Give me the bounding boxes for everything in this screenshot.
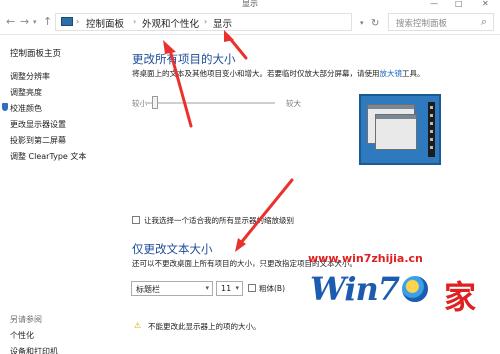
bold-checkbox[interactable] [248,284,256,292]
warning-icon: ⚠ [134,321,142,330]
sidebar-item-calibrate[interactable]: 校准颜色 [10,103,42,114]
watermark-logo: Win7 [310,270,400,308]
sidebar-item-project[interactable]: 投影到第二屏幕 [10,135,66,146]
breadcrumb-control-panel[interactable]: 控制面板 [86,16,124,30]
custom-scale-label: 让我选择一个适合我的所有显示器的缩放级别 [144,216,294,225]
back-icon[interactable]: ← [6,15,15,28]
close-icon[interactable]: ✕ [482,0,489,8]
search-box[interactable]: 搜索控制面板 ⌕ [388,13,494,31]
navigation-bar: ← → ▾ ↑ › 控制面板 › 外观和个性化 › 显示 ▾ ↻ 搜索控制面板 … [0,9,500,35]
breadcrumb-display[interactable]: 显示 [213,16,232,30]
bold-label: 粗体(B) [259,284,285,293]
title-bar: 显示 — □ ✕ [0,0,500,9]
custom-scale-checkbox[interactable] [132,216,140,224]
chevron-down-icon: ▾ [205,284,209,292]
watermark-url: www.win7zhijia.cn [308,252,423,265]
control-panel-icon [61,17,73,26]
text-size-heading: 仅更改文本大小 [132,242,213,256]
site-watermark: www.win7zhijia.cn Win7 家 [302,252,500,354]
sidebar-item-resolution[interactable]: 调整分辨率 [10,71,50,82]
magnifier-link[interactable]: 放大镜 [380,69,403,78]
watermark-logo-suffix: 家 [444,278,477,316]
windows-orb-icon [400,274,430,304]
forward-icon[interactable]: → [20,15,29,28]
size-slider[interactable] [145,102,275,104]
sidebar-item-cleartype[interactable]: 调整 ClearType 文本 [10,151,86,162]
size-heading: 更改所有项目的大小 [132,52,236,66]
shield-icon [2,103,8,111]
sidebar-item-monitor-settings[interactable]: 更改显示器设置 [10,119,66,130]
search-icon[interactable]: ⌕ [481,15,487,29]
slider-thumb[interactable] [152,96,159,109]
see-also-personalization[interactable]: 个性化 [10,330,34,341]
chevron-down-icon: ▾ [235,284,239,292]
preview-window [375,114,417,150]
sidebar-item-brightness[interactable]: 调整亮度 [10,87,42,98]
item-select[interactable]: 标题栏 ▾ [131,281,213,296]
see-also-devices[interactable]: 设备和打印机 [10,346,58,354]
maximize-icon[interactable]: □ [455,0,463,8]
window-title: 显示 [242,0,258,8]
address-dropdown-icon[interactable]: ▾ [360,19,364,27]
size-description: 将桌面上的文本及其他项目变小和增大。若要临时仅放大部分屏幕，请使用放大镜工具。 [132,69,425,78]
preview-sidebar [428,102,435,157]
slider-max-label: 较大 [286,99,301,108]
warning-text: 不能更改此显示器上的项的大小。 [148,322,261,331]
font-size-select[interactable]: 11 ▾ [216,281,243,296]
display-preview [359,94,441,165]
up-icon[interactable]: ↑ [43,15,52,28]
refresh-icon[interactable]: ↻ [371,18,379,29]
recent-dropdown-icon[interactable]: ▾ [33,18,37,26]
sidebar-home-link[interactable]: 控制面板主页 [10,47,61,59]
minimize-icon[interactable]: — [430,0,438,8]
see-also-heading: 另请参阅 [10,315,42,324]
sidebar: 控制面板主页 调整分辨率 调整亮度 校准颜色 更改显示器设置 投影到第二屏幕 调… [0,36,118,354]
address-bar[interactable]: › 控制面板 › 外观和个性化 › 显示 [55,13,352,31]
breadcrumb-appearance[interactable]: 外观和个性化 [142,16,199,30]
search-placeholder: 搜索控制面板 [396,19,448,29]
